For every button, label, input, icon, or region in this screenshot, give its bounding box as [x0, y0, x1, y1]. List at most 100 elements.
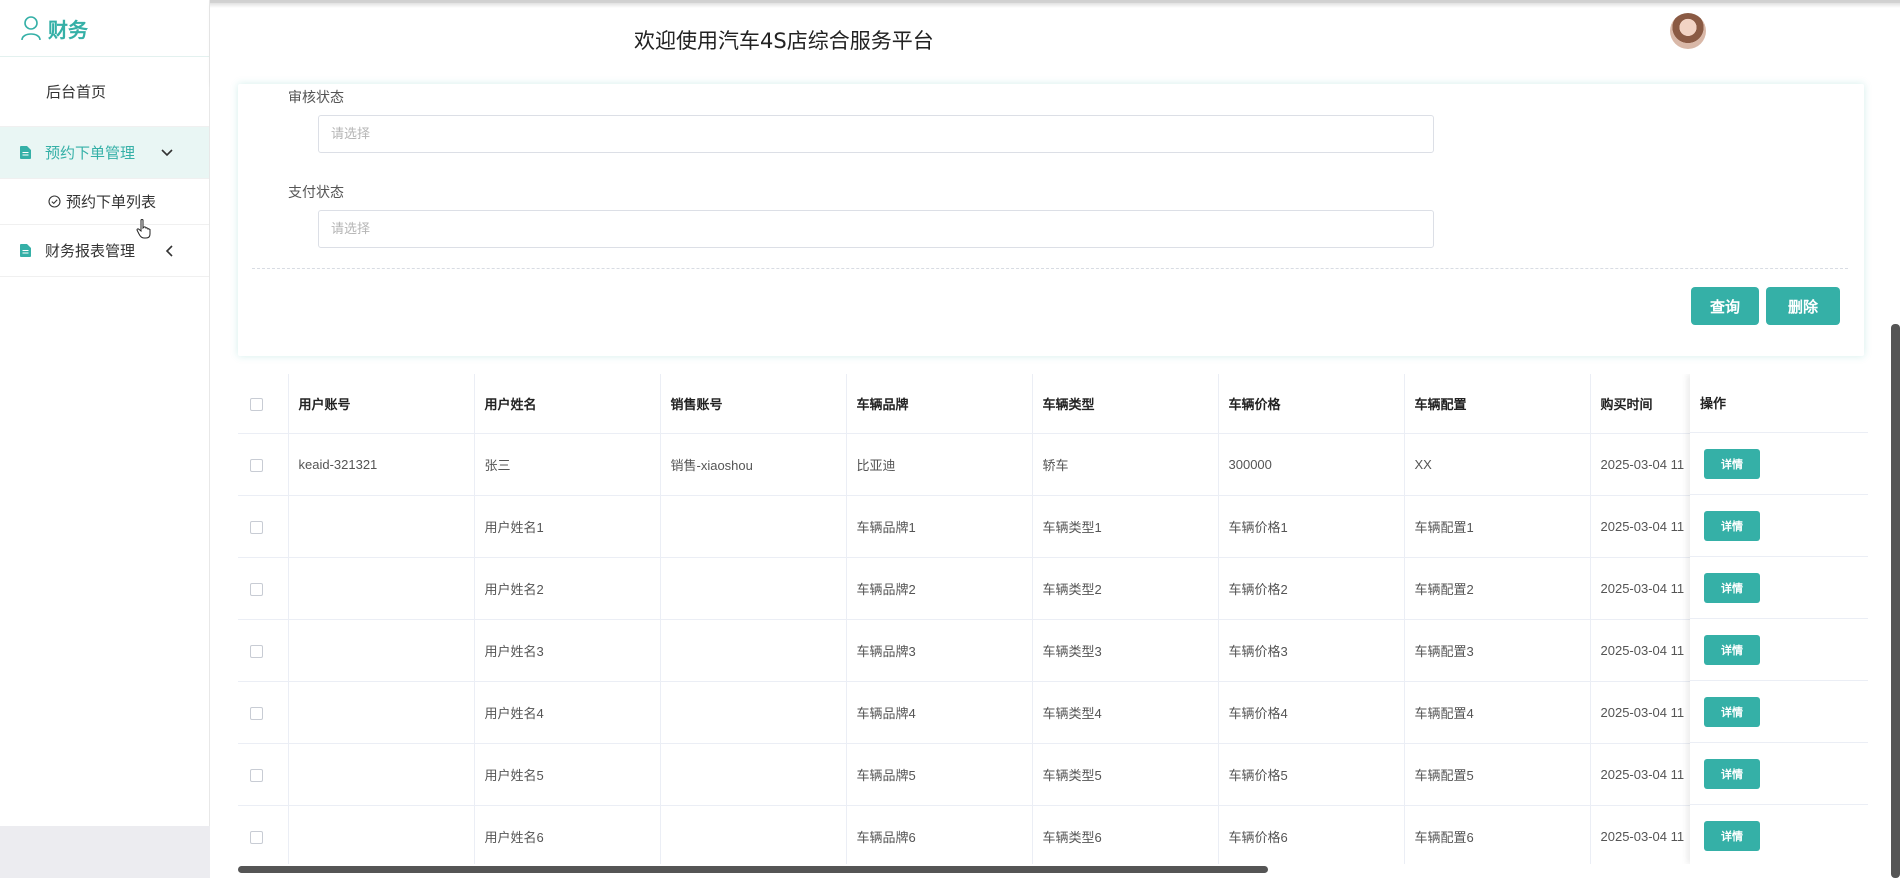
chevron-down-icon — [161, 148, 173, 156]
select-all-checkbox[interactable] — [250, 397, 263, 411]
cell-car-brand: 车辆品牌5 — [846, 743, 1033, 806]
search-form: 审核状态 请选择 支付状态 请选择 查询 删除 — [238, 84, 1864, 356]
operation-cell: 详情 — [1690, 681, 1868, 743]
sidebar-item-order-management-label: 预约下单管理 — [45, 145, 136, 162]
col-car-config: 车辆配置 — [1404, 374, 1591, 434]
operation-cell: 详情 — [1690, 433, 1868, 495]
detail-button[interactable]: 详情 — [1704, 758, 1760, 789]
check-circle-icon — [48, 195, 61, 208]
table-row: keaid-321321 张三 销售-xiaoshou 比亚迪 轿车 300000 XX 20… — [238, 433, 1868, 496]
detail-button[interactable]: 详情 — [1704, 634, 1760, 665]
cell-car-price: 车辆价格4 — [1218, 681, 1405, 744]
cell-sales-account — [660, 619, 847, 682]
cell-user-name: 用户姓名2 — [474, 557, 661, 620]
delete-button[interactable]: 删除 — [1766, 287, 1840, 325]
cell-sales-account — [660, 743, 847, 806]
cell-sales-account — [660, 557, 847, 620]
row-select-cell — [238, 743, 289, 806]
top-shadow — [210, 0, 1900, 8]
sidebar-item-finance-report-label: 财务报表管理 — [45, 243, 136, 260]
sidebar-footer — [0, 826, 210, 878]
audit-status-select[interactable]: 请选择 — [318, 115, 1434, 153]
table-row: 用户姓名1 车辆品牌1 车辆类型1 车辆价格1 车辆配置1 2025-03-04 11 — [238, 495, 1868, 558]
cell-car-config: 车辆配置6 — [1404, 805, 1591, 864]
col-car-type: 车辆类型 — [1032, 374, 1219, 434]
detail-button[interactable]: 详情 — [1704, 820, 1760, 851]
row-select-cell — [238, 495, 289, 558]
row-checkbox[interactable] — [250, 768, 263, 782]
row-checkbox[interactable] — [250, 520, 263, 534]
cell-car-type: 车辆类型6 — [1032, 805, 1219, 864]
cell-sales-account — [660, 805, 847, 864]
document-icon — [20, 244, 31, 257]
sidebar-item-home[interactable]: 后台首页 — [0, 57, 209, 127]
operation-cell: 详情 — [1690, 805, 1868, 864]
table-row: 用户姓名6 车辆品牌6 车辆类型6 车辆价格6 车辆配置6 2025-03-04 11 — [238, 805, 1868, 864]
row-select-cell — [238, 619, 289, 682]
row-checkbox[interactable] — [250, 706, 263, 720]
table-row: 用户姓名4 车辆品牌4 车辆类型4 车辆价格4 车辆配置4 2025-03-04 11 — [238, 681, 1868, 744]
detail-button[interactable]: 详情 — [1704, 572, 1760, 603]
cell-car-brand: 车辆品牌3 — [846, 619, 1033, 682]
cell-user-account — [288, 557, 475, 620]
cell-sales-account: 销售-xiaoshou — [660, 433, 847, 496]
sidebar: 财务 后台首页 预约下单管理 预约下单列表 财务报表管理 — [0, 0, 210, 878]
query-button[interactable]: 查询 — [1691, 287, 1759, 325]
detail-button[interactable]: 详情 — [1704, 448, 1760, 479]
row-select-cell — [238, 681, 289, 744]
cell-car-config: XX — [1404, 433, 1591, 496]
cell-user-name: 张三 — [474, 433, 661, 496]
table-row: 用户姓名5 车辆品牌5 车辆类型5 车辆价格5 车辆配置5 2025-03-04 11 — [238, 743, 1868, 806]
table-row: 用户姓名2 车辆品牌2 车辆类型2 车辆价格2 车辆配置2 2025-03-04 11 — [238, 557, 1868, 620]
cell-car-type: 车辆类型3 — [1032, 619, 1219, 682]
sidebar-item-home-label: 后台首页 — [46, 84, 107, 101]
cell-user-account — [288, 681, 475, 744]
sidebar-item-order-list[interactable]: 预约下单列表 — [0, 179, 209, 225]
detail-button[interactable]: 详情 — [1704, 510, 1760, 541]
user-icon — [21, 16, 41, 41]
detail-button[interactable]: 详情 — [1704, 696, 1760, 727]
cell-car-config: 车辆配置4 — [1404, 681, 1591, 744]
cell-car-config: 车辆配置2 — [1404, 557, 1591, 620]
operation-cell: 详情 — [1690, 743, 1868, 805]
pay-status-select[interactable]: 请选择 — [318, 210, 1434, 248]
sidebar-item-order-list-label: 预约下单列表 — [66, 194, 157, 211]
brand-title: 财务 — [48, 19, 88, 42]
col-user-name: 用户姓名 — [474, 374, 661, 434]
cell-car-config: 车辆配置3 — [1404, 619, 1591, 682]
sidebar-item-finance-report[interactable]: 财务报表管理 — [0, 225, 209, 277]
row-checkbox[interactable] — [250, 458, 263, 472]
cell-car-price: 车辆价格1 — [1218, 495, 1405, 558]
cell-car-brand: 车辆品牌1 — [846, 495, 1033, 558]
document-icon — [20, 146, 31, 159]
row-checkbox[interactable] — [250, 644, 263, 658]
cell-car-price: 300000 — [1218, 433, 1405, 496]
sidebar-item-order-management[interactable]: 预约下单管理 — [0, 127, 209, 179]
cell-user-name: 用户姓名5 — [474, 743, 661, 806]
horizontal-scrollbar-thumb[interactable] — [238, 866, 1268, 873]
row-checkbox[interactable] — [250, 830, 263, 844]
top-header: 欢迎使用汽车4S店综合服务平台 — [210, 0, 1900, 84]
order-table: 用户账号 用户姓名 销售账号 车辆品牌 车辆类型 车辆价格 车辆配置 购买时间 … — [238, 374, 1868, 864]
row-checkbox[interactable] — [250, 582, 263, 596]
cell-user-account: keaid-321321 — [288, 433, 475, 496]
avatar[interactable] — [1670, 13, 1706, 49]
col-operation: 操作 — [1690, 374, 1868, 433]
cell-car-type: 车辆类型5 — [1032, 743, 1219, 806]
col-car-price: 车辆价格 — [1218, 374, 1405, 434]
cell-car-type: 车辆类型2 — [1032, 557, 1219, 620]
table-row: 用户姓名3 车辆品牌3 车辆类型3 车辆价格3 车辆配置3 2025-03-04 11 — [238, 619, 1868, 682]
cell-user-name: 用户姓名4 — [474, 681, 661, 744]
cell-car-brand: 车辆品牌6 — [846, 805, 1033, 864]
page-title: 欢迎使用汽车4S店综合服务平台 — [634, 29, 934, 53]
cell-user-name: 用户姓名1 — [474, 495, 661, 558]
select-all-cell — [238, 374, 289, 434]
cell-user-account — [288, 805, 475, 864]
cell-car-price: 车辆价格6 — [1218, 805, 1405, 864]
cell-user-name: 用户姓名6 — [474, 805, 661, 864]
data-table: 用户账号 用户姓名 销售账号 车辆品牌 车辆类型 车辆价格 车辆配置 购买时间 … — [238, 374, 1868, 864]
divider — [252, 268, 1848, 269]
col-user-account: 用户账号 — [288, 374, 475, 434]
vertical-scrollbar-thumb[interactable] — [1891, 324, 1900, 878]
cell-sales-account — [660, 495, 847, 558]
